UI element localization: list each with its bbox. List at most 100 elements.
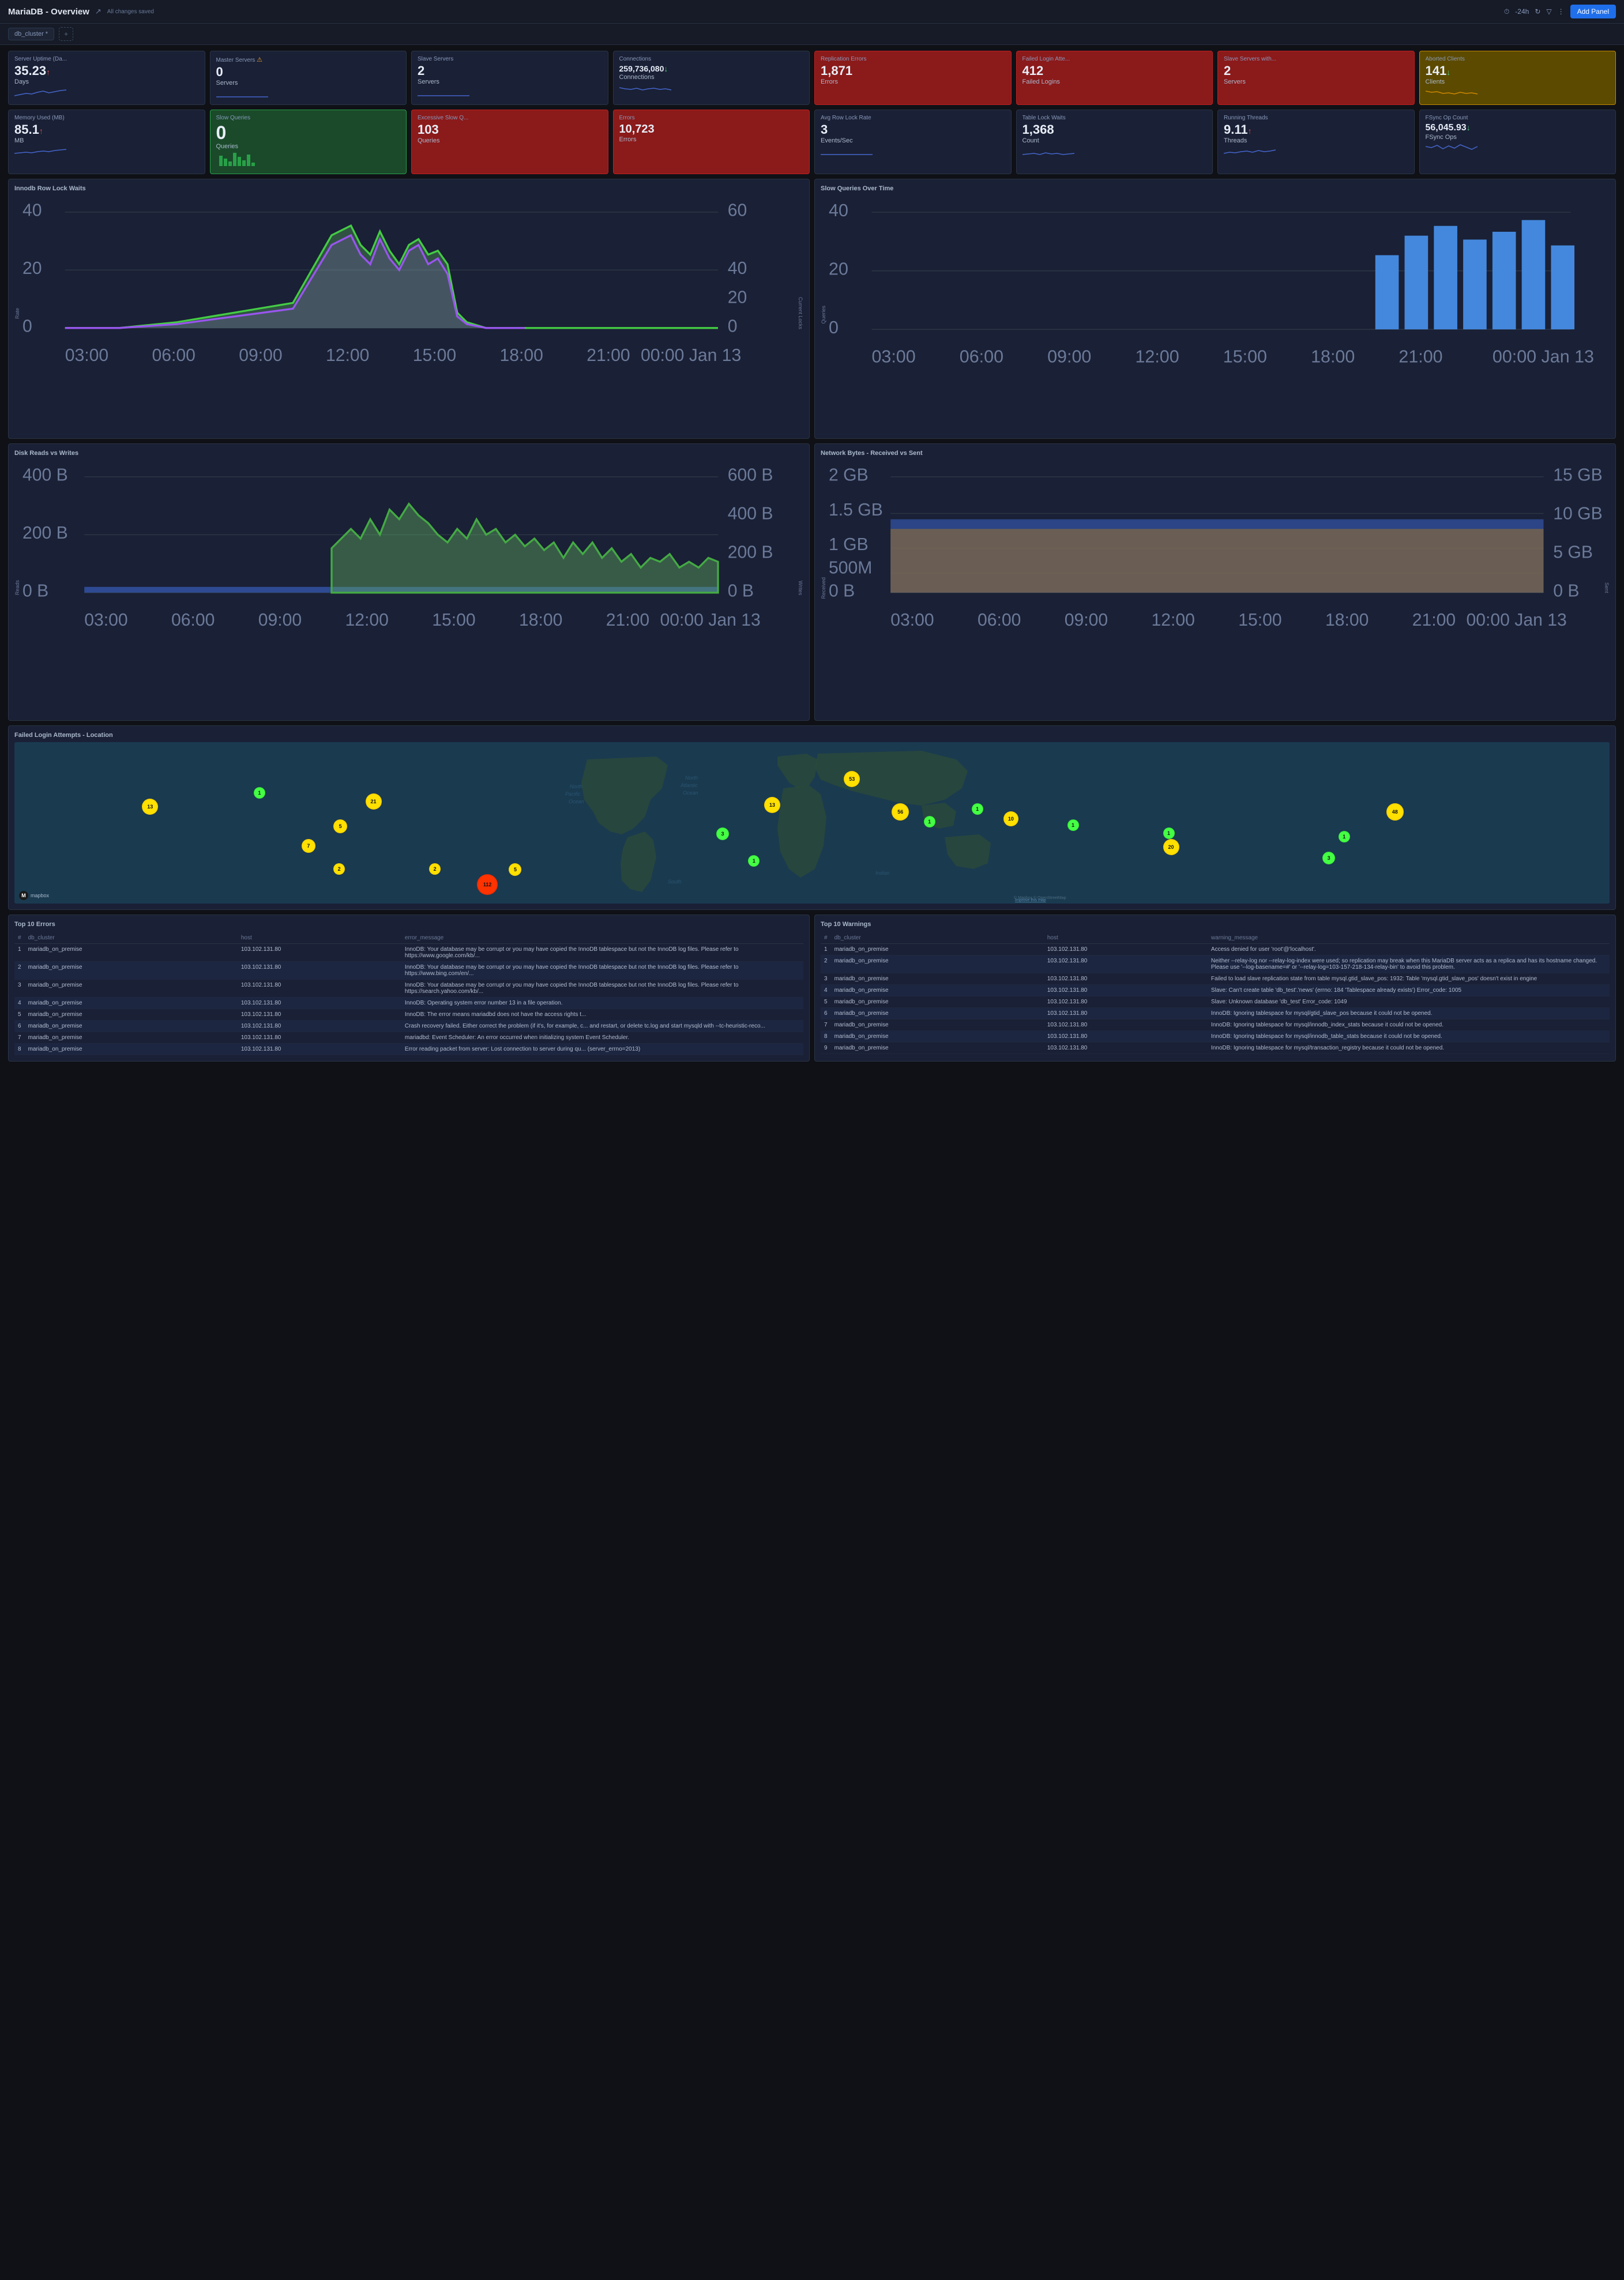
save-status: All changes saved	[107, 9, 154, 15]
cell-host: 103.102.131.80	[238, 961, 401, 979]
map-location-dot[interactable]: 1	[748, 855, 760, 867]
map-card: Failed Login Attempts - Location	[8, 725, 1616, 910]
map-container[interactable]: North Pacific Ocean North Atlantic Ocean…	[14, 742, 1610, 904]
stat-slave-servers-with: Slave Servers with... 2 Servers	[1217, 51, 1415, 105]
stat-unit: Errors	[619, 136, 804, 143]
arrow-up-icon	[1248, 122, 1252, 137]
svg-text:12:00: 12:00	[345, 611, 388, 630]
svg-text:12:00: 12:00	[326, 346, 369, 365]
svg-text:15:00: 15:00	[413, 346, 456, 365]
map-location-dot[interactable]: 10	[1003, 811, 1018, 826]
map-location-dot[interactable]: 21	[366, 793, 382, 810]
map-location-dot[interactable]: 1	[1067, 819, 1079, 831]
stat-unit: Queries	[216, 143, 401, 150]
stat-slave-servers: Slave Servers 2 Servers	[411, 51, 608, 105]
filter-icon[interactable]: ▽	[1546, 7, 1551, 16]
row-num: 3	[821, 973, 831, 984]
chart-network-bytes: Network Bytes - Received vs Sent Receive…	[814, 443, 1616, 721]
row-num: 1	[14, 943, 25, 961]
stat-table-lock-waits: Table Lock Waits 1,368 Count	[1016, 110, 1213, 174]
row-num: 4	[821, 984, 831, 996]
cell-host: 103.102.131.80	[238, 1009, 401, 1020]
save-icon: ↗	[95, 7, 102, 16]
svg-text:0 B: 0 B	[1553, 582, 1579, 601]
refresh-icon[interactable]: ↻	[1535, 7, 1540, 16]
svg-text:15:00: 15:00	[1223, 347, 1267, 367]
map-location-dot[interactable]: 2	[333, 863, 345, 875]
col-num: #	[821, 932, 831, 944]
map-location-dot[interactable]: 56	[892, 803, 909, 821]
more-icon[interactable]: ⋮	[1558, 7, 1565, 16]
stat-aborted-clients: Aborted Clients 141 Clients	[1419, 51, 1617, 105]
map-location-dot[interactable]: 13	[142, 799, 158, 815]
svg-text:03:00: 03:00	[890, 611, 934, 630]
svg-text:40: 40	[829, 201, 848, 220]
add-tab-button[interactable]: +	[59, 27, 73, 41]
app-title: MariaDB - Overview	[8, 7, 89, 17]
map-location-dot[interactable]: 48	[1386, 803, 1404, 821]
tab-db-cluster[interactable]: db_cluster *	[8, 28, 54, 40]
table-row: 2 mariadb_on_premise 103.102.131.80 Neit…	[821, 955, 1610, 973]
time-range[interactable]: -24h	[1515, 7, 1529, 16]
dashboard: Server Uptime (Da... 35.23 Days Master S…	[0, 45, 1624, 1067]
map-location-dot[interactable]: 3	[716, 827, 729, 840]
errors-table: Top 10 Errors # db_cluster host error_me…	[8, 915, 810, 1062]
table-row: 7 mariadb_on_premise 103.102.131.80 Inno…	[821, 1019, 1610, 1030]
stat-title: Slave Servers with...	[1224, 56, 1408, 62]
clock-icon: ⏱	[1504, 7, 1509, 16]
map-location-dot[interactable]: 20	[1163, 839, 1179, 855]
tables-row: Top 10 Errors # db_cluster host error_me…	[8, 915, 1616, 1062]
map-location-dot[interactable]: 53	[844, 771, 860, 787]
cell-cluster: mariadb_on_premise	[831, 943, 1044, 955]
col-message: warning_message	[1208, 932, 1610, 944]
cell-message: InnoDB: Ignoring tablespace for mysql/gt…	[1208, 1007, 1610, 1019]
table-row: 8 mariadb_on_premise 103.102.131.80 Inno…	[821, 1030, 1610, 1042]
map-location-dot[interactable]: 1	[1163, 827, 1175, 839]
sparkline	[619, 81, 804, 92]
map-location-dot[interactable]: 1	[972, 803, 983, 815]
svg-text:600 B: 600 B	[728, 466, 773, 485]
stat-unit: Clients	[1426, 78, 1610, 85]
charts-row-2: Disk Reads vs Writes Reads 400 B 200 B 0…	[8, 443, 1616, 721]
stat-unit: Servers	[418, 78, 602, 85]
cell-message: Slave: Can't create table 'db_test'.'new…	[1208, 984, 1610, 996]
svg-text:0: 0	[829, 318, 839, 337]
stat-unit: Servers	[216, 80, 401, 86]
table-row: 7 mariadb_on_premise 103.102.131.80 mari…	[14, 1032, 803, 1043]
map-location-dot[interactable]: 3	[1322, 852, 1335, 864]
cell-message: InnoDB: Ignoring tablespace for mysql/in…	[1208, 1019, 1610, 1030]
cell-cluster: mariadb_on_premise	[831, 955, 1044, 973]
stat-unit: Events/Sec	[821, 137, 1005, 144]
map-location-dot[interactable]: 112	[477, 874, 498, 895]
sparkline	[1022, 144, 1207, 156]
table-row: 8 mariadb_on_premise 103.102.131.80 Erro…	[14, 1043, 803, 1055]
svg-text:18:00: 18:00	[519, 611, 562, 630]
table-row: 1 mariadb_on_premise 103.102.131.80 Acce…	[821, 943, 1610, 955]
sparkline	[216, 86, 401, 98]
svg-text:09:00: 09:00	[239, 346, 282, 365]
sparkline	[1426, 85, 1610, 97]
cell-cluster: mariadb_on_premise	[831, 973, 1044, 984]
row-num: 7	[14, 1032, 25, 1043]
map-location-dot[interactable]: 7	[302, 839, 315, 853]
row-num: 2	[821, 955, 831, 973]
map-location-dot[interactable]: 1	[924, 816, 935, 827]
stat-title: Failed Login Atte...	[1022, 56, 1207, 62]
arrow-up-icon	[46, 63, 50, 78]
map-location-dot[interactable]: 13	[764, 797, 780, 813]
map-location-dot[interactable]: 5	[333, 819, 347, 833]
add-panel-button[interactable]: Add Panel	[1570, 5, 1616, 18]
row-num: 6	[14, 1020, 25, 1032]
map-location-dot[interactable]: 1	[254, 787, 265, 799]
cell-message: Access denied for user 'root'@'localhost…	[1208, 943, 1610, 955]
table-row: 4 mariadb_on_premise 103.102.131.80 Slav…	[821, 984, 1610, 996]
map-location-dot[interactable]: 2	[429, 863, 441, 875]
map-location-dot[interactable]: 1	[1339, 831, 1350, 842]
chart-slow-queries: Slow Queries Over Time Queries 40 20 0	[814, 179, 1616, 439]
stat-value: 35.23	[14, 65, 199, 77]
svg-text:06:00: 06:00	[171, 611, 215, 630]
y-axis-label: Queries	[821, 306, 826, 324]
map-location-dot[interactable]: 5	[509, 863, 521, 876]
cell-host: 103.102.131.80	[238, 979, 401, 997]
stat-unit: Queries	[418, 137, 602, 144]
